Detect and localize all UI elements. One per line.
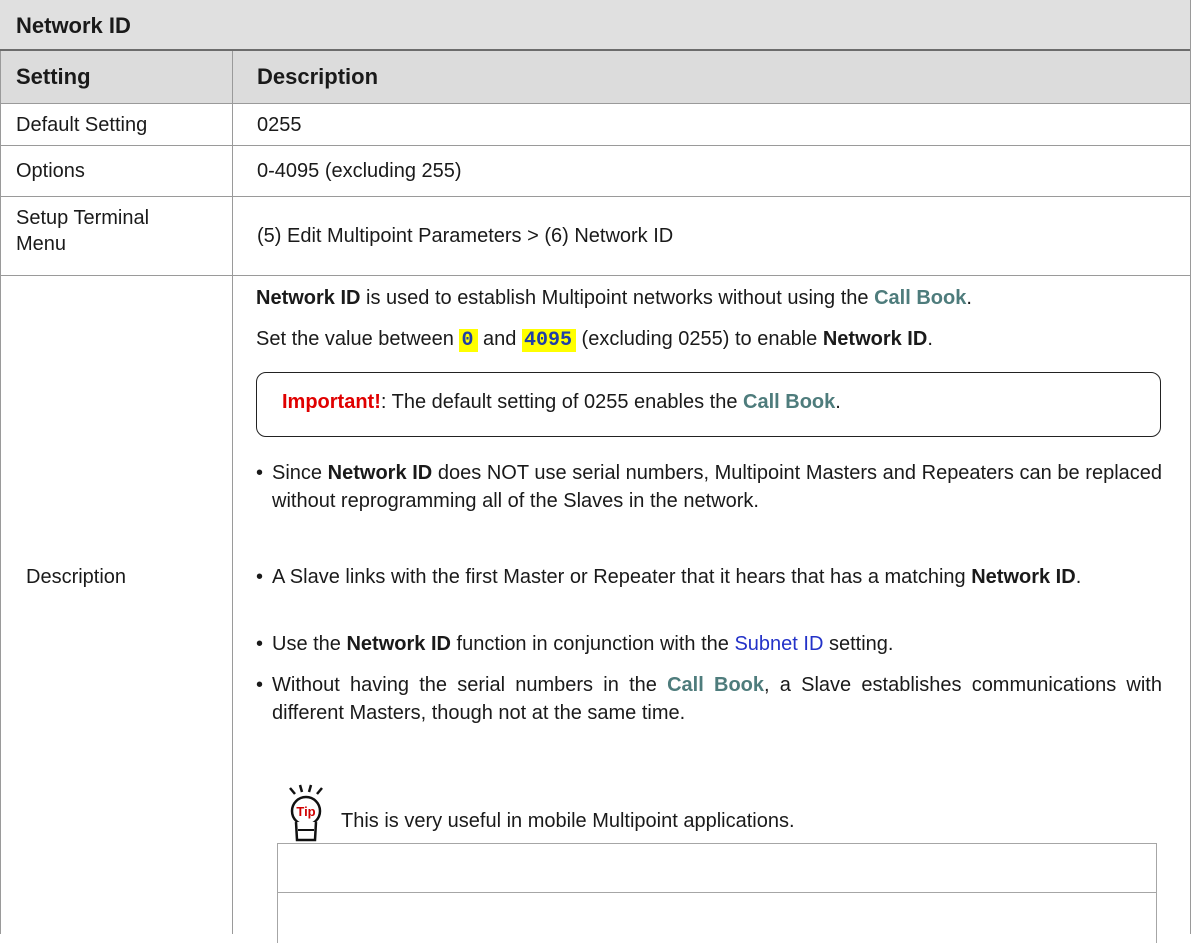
description-label: Description: [26, 566, 127, 588]
bullet1-pre: Since: [272, 462, 328, 484]
header-description: Description: [257, 64, 379, 89]
network-id-term: Network ID: [346, 633, 451, 655]
bullet-dot: •: [256, 674, 264, 696]
menu-value: (5) Edit Multipoint Parameters > (6) Net…: [257, 225, 674, 247]
bullet-dot: •: [256, 566, 264, 588]
important-callout: Important!: The default setting of 0255 …: [256, 372, 1161, 437]
tip-inner-divider: [278, 892, 1156, 893]
bullet-dot: •: [256, 462, 264, 484]
min-value-code: 0: [459, 329, 478, 352]
important-text: Important!: The default setting of 0255 …: [282, 391, 841, 414]
bullet3-pre: Use the: [272, 633, 347, 655]
tip-letter-t: Tip: [296, 804, 315, 819]
para2-pre: Set the value between: [256, 328, 460, 350]
para2-mid: and: [477, 328, 522, 350]
left-border: [0, 51, 1, 934]
network-id-term: Network ID: [256, 287, 361, 309]
row-divider: [0, 275, 1191, 276]
menu-label-line2: Menu: [16, 233, 67, 255]
list-item: • A Slave links with the first Master or…: [256, 563, 1162, 591]
bullet3-post: setting.: [823, 633, 894, 655]
options-value: 0-4095 (excluding 255): [257, 160, 462, 182]
table-title: Network ID: [16, 13, 131, 38]
table-title-bar: Network ID: [0, 0, 1191, 51]
row-divider: [0, 103, 1191, 104]
column-divider: [232, 51, 233, 934]
bullet3-mid: function in conjunction with the: [450, 633, 735, 655]
network-id-term: Network ID: [822, 328, 928, 350]
bullet-dot: •: [256, 633, 264, 655]
bullet4-pre: Without having the serial numbers in the: [272, 674, 668, 696]
default-setting-label: Default Setting: [16, 114, 148, 136]
row-divider: [0, 145, 1191, 146]
tip-callout: [277, 843, 1157, 943]
list-item: • Without having the serial numbers in t…: [256, 671, 1162, 727]
description-paragraph-1: Network ID is used to establish Multipoi…: [256, 285, 1176, 311]
call-book-term: Call Book: [667, 674, 765, 696]
list-item: • Since Network ID does NOT use serial n…: [256, 459, 1162, 515]
call-book-term: Call Book: [874, 287, 967, 309]
para1-text: is used to establish Multipoint networks…: [360, 287, 875, 309]
max-value-code: 4095: [521, 329, 576, 352]
list-item: • Use the Network ID function in conjunc…: [256, 630, 1162, 658]
description-paragraph-2: Set the value between 0 and 4095 (exclud…: [256, 326, 1176, 354]
svg-text:Tip: Tip: [296, 804, 315, 819]
para2-post: (excluding 0255) to enable: [576, 328, 823, 350]
important-end: .: [835, 391, 841, 413]
menu-label-line1: Setup Terminal: [16, 207, 150, 229]
bullet2-pre: A Slave links with the first Master or R…: [272, 566, 972, 588]
para1-end: .: [966, 287, 972, 309]
header-setting: Setting: [16, 64, 91, 89]
row-divider: [0, 196, 1191, 197]
options-label: Options: [16, 160, 85, 182]
network-id-term: Network ID: [327, 462, 433, 484]
important-body: : The default setting of 0255 enables th…: [380, 391, 744, 413]
table-header-row: Setting Description: [0, 51, 1191, 103]
para2-end: .: [927, 328, 933, 350]
lightbulb-tip-icon: Tip: [289, 784, 323, 842]
default-setting-value: 0255: [257, 114, 302, 136]
bullet2-end: .: [1075, 566, 1082, 588]
subnet-id-link[interactable]: Subnet ID: [734, 633, 823, 655]
tip-text: This is very useful in mobile Multipoint…: [341, 810, 795, 832]
call-book-term: Call Book: [743, 391, 836, 413]
important-label: Important!: [282, 391, 381, 413]
network-id-term: Network ID: [971, 566, 1076, 588]
